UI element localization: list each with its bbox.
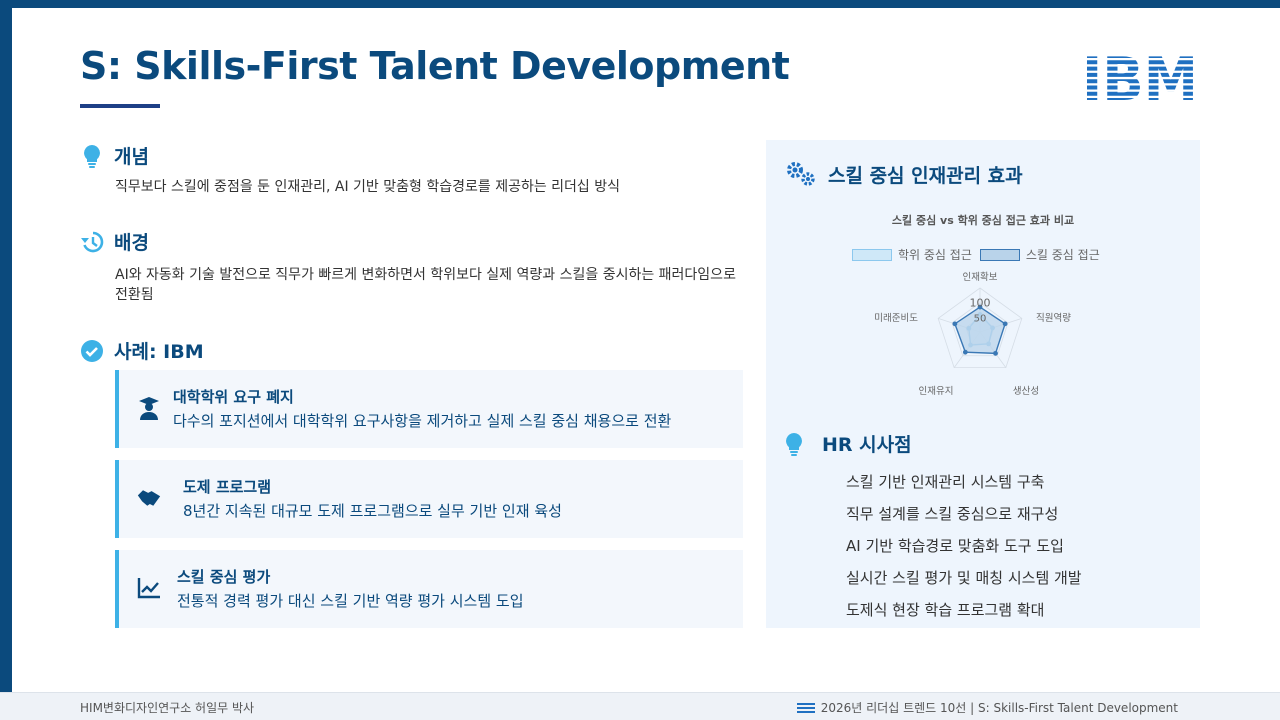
ibm-logo: IBM — [1082, 54, 1198, 102]
radar-point — [962, 349, 968, 355]
lightbulb-icon — [80, 144, 104, 168]
legend-swatch — [979, 248, 1020, 261]
page-title: S: Skills-First Talent Development — [80, 44, 790, 88]
line-chart-icon — [137, 576, 161, 600]
case-item-title: 스킬 중심 평가 — [177, 568, 271, 586]
check-circle-icon — [80, 339, 104, 363]
gears-icon — [784, 160, 818, 188]
handshake-icon — [137, 486, 161, 510]
radar-tick-label: 50 — [974, 313, 987, 324]
concept-body: 직무보다 스킬에 중점을 둔 인재관리, AI 기반 맞춤형 학습경로를 제공하… — [115, 179, 621, 195]
lightbulb-icon — [784, 431, 804, 457]
case-item-degree: 대학학위 요구 폐지 다수의 포지션에서 대학학위 요구사항을 제거하고 실제 … — [115, 370, 743, 448]
radar-category-label: 미래준비도 — [874, 313, 918, 324]
chart-legend: 학위 중심 접근 스킬 중심 접근 — [852, 246, 1108, 263]
top-accent-bar — [0, 0, 1280, 8]
graduation-cap-user-icon — [137, 396, 161, 420]
legend-item-degree[interactable]: 학위 중심 접근 — [852, 246, 972, 263]
footer-title: 2026년 리더십 트렌드 10선 | S: Skills-First Tale… — [796, 699, 1178, 716]
effects-panel: 스킬 중심 인재관리 효과 스킬 중심 vs 학위 중심 접근 효과 비교 학위… — [766, 140, 1200, 628]
radar-point — [993, 350, 998, 356]
radar-tick-label: 100 — [970, 297, 991, 310]
ibm-logo-text: IBM — [1082, 54, 1198, 102]
list-item: 직무 설계를 스킬 중심으로 재구성 — [846, 505, 1059, 523]
radar-category-label: 생산성 — [1013, 386, 1039, 397]
chart-title: 스킬 중심 vs 학위 중심 접근 효과 비교 — [891, 214, 1075, 227]
left-accent-bar — [0, 0, 12, 692]
radar-point — [952, 321, 958, 327]
radar-point — [1002, 321, 1008, 327]
ibm-mini-icon — [796, 702, 815, 713]
legend-item-skill[interactable]: 스킬 중심 접근 — [979, 246, 1100, 263]
radar-category-label: 직원역량 — [1036, 312, 1071, 324]
case-item-apprenticeship: 도제 프로그램 8년간 지속된 대규모 도제 프로그램으로 실무 기반 인재 육… — [115, 460, 743, 538]
list-item: 실시간 스킬 평가 및 매칭 시스템 개발 — [846, 569, 1082, 587]
case-item-desc: 8년간 지속된 대규모 도제 프로그램으로 실무 기반 인재 육성 — [183, 502, 562, 520]
list-item: AI 기반 학습경로 맞춤화 도구 도입 — [846, 537, 1064, 555]
footer-author: HIM변화디자인연구소 허일무 박사 — [80, 701, 255, 715]
case-item-skill-eval: 스킬 중심 평가 전통적 경력 평가 대신 스킬 기반 역량 평가 시스템 도입 — [115, 550, 743, 628]
case-item-desc: 다수의 포지션에서 대학학위 요구사항을 제거하고 실제 스킬 중심 채용으로 … — [173, 412, 672, 430]
case-item-title: 도제 프로그램 — [183, 478, 272, 496]
radar-category-label: 인재유지 — [919, 386, 954, 397]
concept-heading: 개념 — [80, 142, 149, 169]
history-icon — [80, 230, 104, 254]
hr-implications-list: 스킬 기반 인재관리 시스템 구축 직무 설계를 스킬 중심으로 재구성 AI … — [846, 466, 1082, 626]
radar-category-label: 인재확보 — [963, 271, 998, 283]
case-item-desc: 전통적 경력 평가 대신 스킬 기반 역량 평가 시스템 도입 — [177, 592, 524, 610]
background-body: AI와 자동화 기술 발전으로 직무가 빠르게 변화하면서 학위보다 실제 역량… — [115, 267, 736, 303]
footer: HIM변화디자인연구소 허일무 박사 2026년 리더십 트렌드 10선 | S… — [0, 692, 1280, 720]
background-heading: 배경 — [80, 228, 149, 255]
list-item: 도제식 현장 학습 프로그램 확대 — [846, 601, 1045, 619]
case-heading: 사례: IBM — [80, 337, 204, 364]
hr-heading: HR 시사점 — [784, 430, 912, 457]
effects-heading: 스킬 중심 인재관리 효과 — [784, 160, 1023, 188]
case-item-title: 대학학위 요구 폐지 — [173, 388, 294, 406]
radar-chart: 50 100 인재확보직원역량생산성 인재유지 미래준비도 — [874, 271, 1071, 397]
title-underline — [80, 104, 160, 108]
list-item: 스킬 기반 인재관리 시스템 구축 — [846, 473, 1045, 491]
legend-swatch — [852, 248, 892, 261]
